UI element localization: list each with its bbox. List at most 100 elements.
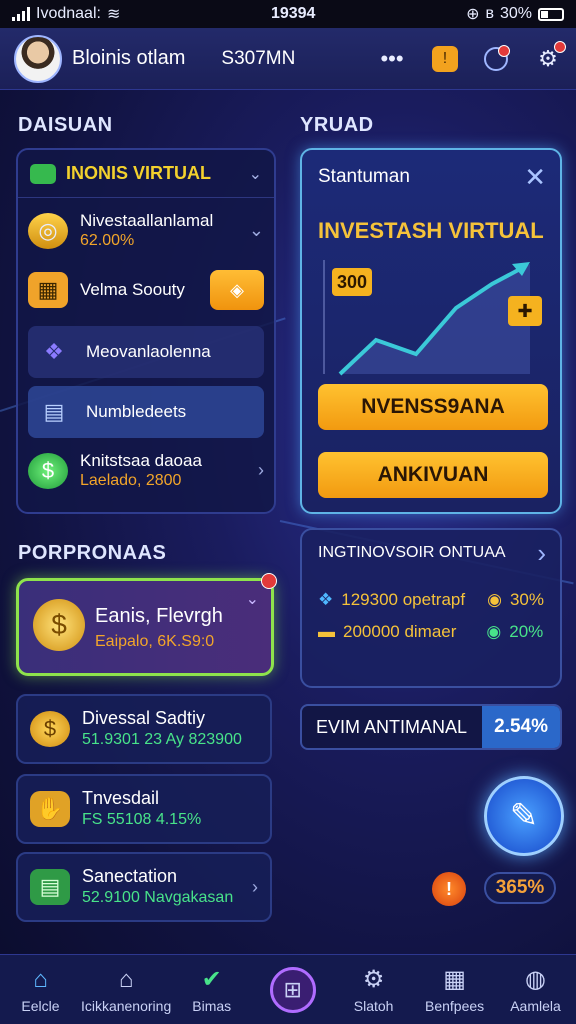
action-button[interactable]: ◈ <box>210 270 264 310</box>
home-icon: ⌂ <box>33 965 48 993</box>
carrier-label: Ivodnaal: <box>36 5 101 22</box>
chevron-right-icon: › <box>258 460 264 481</box>
item-label: Nivestaallanlamal <box>80 211 214 230</box>
virtual-panel-header[interactable]: INONIS VIRTUAL ⌄ <box>18 150 274 198</box>
invest-card-title: INVESTASH VIRTUAL <box>318 218 544 243</box>
calculator-icon: ▦ <box>28 272 68 308</box>
dollar-coin-icon: $ <box>28 452 68 489</box>
avatar[interactable] <box>14 34 62 83</box>
nav-profile[interactable]: ◍ Aamlela <box>495 955 576 1024</box>
dollar-coin-icon: $ <box>33 599 85 651</box>
wifi-icon: ≋ <box>106 6 121 23</box>
hand-coin-icon: ✋ <box>30 791 70 827</box>
invest-secondary-button[interactable]: ANKIVUAN <box>318 452 548 498</box>
chart-badge: 300 <box>332 268 372 296</box>
section-title-right: YRUAD <box>300 114 374 136</box>
gear-icon: ⚙ <box>362 966 385 993</box>
chat-badge <box>498 44 510 57</box>
status-bar: Ivodnaal: ≋ 19394 ⊕ ʙ 30% <box>0 0 576 28</box>
settings-badge <box>554 40 566 53</box>
chevron-right-icon: › <box>252 876 258 897</box>
insight-card[interactable]: INGTINOVSOIR ONTUAA › ❖ 129300 opetrapf … <box>300 528 562 688</box>
nav-label: Slatoh <box>353 997 394 1014</box>
promo-sub: 51.9301 23 Ay 823900 <box>82 731 242 749</box>
cash-stack-icon: ▤ <box>30 869 70 905</box>
promo-item[interactable]: $ Divessal Sadtiy 51.9301 23 Ay 823900 <box>16 694 272 764</box>
list-item[interactable]: ▦ Velma Soouty ◈ <box>28 270 264 310</box>
robot-icon <box>30 163 56 184</box>
invest-card: Stantuman ✕ INVESTASH VIRTUAL 300 ✚ NVEN… <box>300 148 562 514</box>
item-label: Velma Soouty <box>80 280 185 300</box>
nav-center[interactable]: ⊞ <box>252 955 333 1024</box>
nav-stats[interactable]: ⚙ Slatoh <box>333 955 414 1024</box>
chevron-down-icon: ⌄ <box>245 591 259 608</box>
list-item[interactable]: $ Knitstsaa daoaa Laelado, 2800 › <box>28 450 264 491</box>
promo-featured[interactable]: $ Eanis, Flevrgh Eaipalo, 6K.S9:0 ⌄ <box>16 573 277 676</box>
coin-stack-icon: ◎ <box>28 212 68 249</box>
virtual-panel-title: INONIS VIRTUAL <box>66 163 212 183</box>
chevron-down-icon: ⌄ <box>248 220 264 241</box>
nav-label: Aamlela <box>510 997 561 1014</box>
nav-label: Bimas <box>192 997 232 1014</box>
invest-card-header: Stantuman <box>318 166 410 187</box>
chevron-right-icon: › <box>537 538 546 568</box>
nav-label: Benfpees <box>424 997 485 1014</box>
promos-title: PORPRONAAS <box>18 542 167 564</box>
battery-icon <box>538 7 564 21</box>
nav-benefits[interactable]: ▦ Benfpees <box>414 955 495 1024</box>
nav-bimas[interactable]: ✔ Bimas <box>171 955 252 1024</box>
chevron-down-icon: ⌄ <box>248 165 262 183</box>
nav-home[interactable]: ⌂ Eelcle <box>0 955 81 1024</box>
user-icon: ◍ <box>525 966 546 993</box>
chat-icon[interactable] <box>484 44 510 71</box>
insight-pct: 20% <box>509 622 544 641</box>
promo-item[interactable]: ▤ Sanectation 52.9100 Navgakasan › <box>16 852 272 922</box>
promo-sub: FS 55108 4.15% <box>82 811 202 829</box>
list-item[interactable]: ❖ Meovanlaolenna <box>28 326 264 378</box>
more-icon[interactable]: ••• <box>378 45 406 73</box>
insight-value: 200000 dimaer <box>343 622 457 641</box>
green-coins-icon: ◉ <box>486 622 502 641</box>
calendar-icon: ▦ <box>443 966 466 993</box>
close-icon[interactable]: ✕ <box>524 162 546 193</box>
performance-bar[interactable]: EVIM ANTIMANAL 2.54% <box>300 704 562 750</box>
nav-investing[interactable]: ⌂ Icikkanenoring <box>81 955 171 1024</box>
bluetooth-icon: ʙ <box>485 5 494 22</box>
insight-pct: 30% <box>509 590 544 609</box>
section-title-left: DAISUAN <box>18 114 113 136</box>
bar-label: EVIM ANTIMANAL <box>316 716 468 737</box>
promo-title: Eanis, Flevrgh <box>95 605 223 627</box>
alarm-icon: ⊕ <box>466 6 480 23</box>
cubes-icon: ❖ <box>318 590 334 609</box>
coins-icon: ◉ <box>487 590 502 609</box>
nav-label: Icikkanenoring <box>80 997 172 1014</box>
battery-percent: 30% <box>499 5 532 22</box>
building-icon: ⌂ <box>118 965 134 993</box>
fab-percent-badge: 365% <box>484 872 556 904</box>
list-item[interactable]: ▤ Numbledeets <box>28 386 264 438</box>
promo-item[interactable]: ✋ Tnvesdail FS 55108 4.15% <box>16 774 272 844</box>
item-label: Meovanlaolenna <box>86 342 211 362</box>
alert-icon[interactable]: ! <box>432 872 466 906</box>
item-sub: 62.00% <box>80 232 135 250</box>
list-item[interactable]: ◎ Nivestaallanlamal 62.00% ⌄ <box>28 210 264 251</box>
notification-icon[interactable]: ! <box>432 45 458 72</box>
insight-title: INGTINOVSOIR ONTUAA <box>318 544 506 561</box>
plus-icon[interactable]: ✚ <box>508 296 542 326</box>
promo-title: Divessal Sadtiy <box>82 707 206 728</box>
insight-row: ❖ 129300 opetrapf ◉ 30% <box>318 590 544 610</box>
insight-row: ▬ 200000 dimaer ◉ 20% <box>318 622 543 642</box>
app-header: Bloinis otlam S307MN ••• ! ⚙ <box>0 28 576 90</box>
bottom-nav: ⌂ Eelcle ⌂ Icikkanenoring ✔ Bimas ⊞ ⚙ Slatoh… <box>0 954 576 1024</box>
invest-primary-button[interactable]: NVENSS9ANA <box>318 384 548 430</box>
promo-title: Tnvesdail <box>82 787 160 808</box>
grid-icon: ⊞ <box>269 966 316 1013</box>
item-label: Numbledeets <box>86 402 187 422</box>
clock: 19394 <box>270 5 316 22</box>
settings-icon[interactable]: ⚙ <box>534 40 566 73</box>
money-stack-icon: ▤ <box>43 399 65 424</box>
virtual-panel: INONIS VIRTUAL ⌄ ◎ Nivestaallanlamal 62.0… <box>16 148 276 514</box>
gold-coin-icon: $ <box>30 711 70 747</box>
chart-fab[interactable]: ✎ <box>484 776 564 856</box>
insight-value: 129300 opetrapf <box>341 590 466 609</box>
